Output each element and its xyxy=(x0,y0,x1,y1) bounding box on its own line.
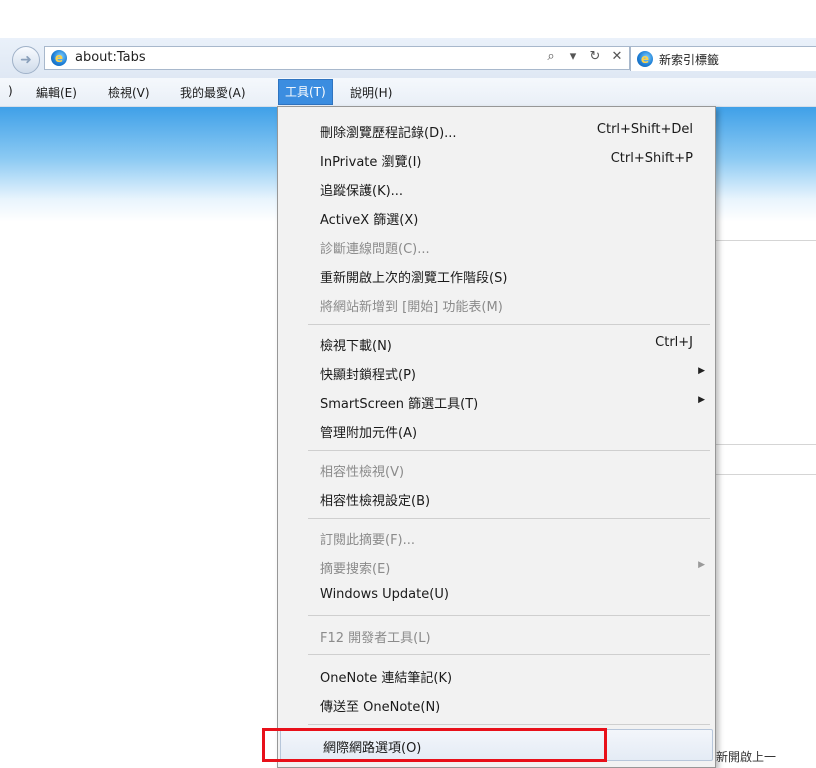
menu-item-shortcut: Ctrl+Shift+P xyxy=(610,151,693,166)
address-toolbar: ➜ e about:Tabs ⌕ ▾ ↻ ✕ e 新索引標籤 xyxy=(0,38,816,79)
menu-item-compat-view-settings[interactable]: 相容性檢視設定(B) xyxy=(278,483,715,513)
menu-item-delete-history[interactable]: 刪除瀏覽歷程記錄(D)... Ctrl+Shift+Del xyxy=(278,115,715,145)
menu-item-label: 相容性檢視設定(B) xyxy=(320,494,431,509)
menu-item-label: SmartScreen 篩選工具(T) xyxy=(320,397,479,412)
page-divider xyxy=(716,444,816,445)
menu-item-manage-addons[interactable]: 管理附加元件(A) xyxy=(278,415,715,445)
menu-item-label: 管理附加元件(A) xyxy=(320,426,418,441)
menu-item-label: 刪除瀏覽歷程記錄(D)... xyxy=(320,126,457,141)
menu-bar: ) 編輯(E) 檢視(V) 我的最愛(A) 工具(T) 說明(H) xyxy=(0,78,816,107)
menu-item-popup-blocker[interactable]: 快顯封鎖程式(P) ▶ xyxy=(278,357,715,387)
menu-item-view-downloads[interactable]: 檢視下載(N) Ctrl+J xyxy=(278,328,715,358)
menu-view[interactable]: 檢視(V) xyxy=(108,84,150,101)
menu-edit[interactable]: 編輯(E) xyxy=(36,84,77,101)
menu-item-f12-devtools: F12 開發者工具(L) xyxy=(278,620,715,650)
search-icon[interactable]: ⌕ xyxy=(543,49,559,64)
menu-item-tracking-protection[interactable]: 追蹤保護(K)... xyxy=(278,173,715,203)
page-divider xyxy=(716,474,816,475)
menu-item-label: 訂閱此摘要(F)... xyxy=(320,533,416,548)
menu-item-inprivate[interactable]: InPrivate 瀏覽(I) Ctrl+Shift+P xyxy=(278,144,715,174)
tab-ie-icon: e xyxy=(637,51,653,67)
back-arrow-icon: ➜ xyxy=(20,52,32,68)
page-divider xyxy=(716,240,816,241)
menu-item-label: 快顯封鎖程式(P) xyxy=(320,368,416,383)
browser-tab[interactable]: e 新索引標籤 xyxy=(630,46,816,71)
menu-item-label: F12 開發者工具(L) xyxy=(320,631,431,646)
menu-item-label: 摘要搜索(E) xyxy=(320,562,391,577)
menu-favorites[interactable]: 我的最愛(A) xyxy=(180,84,246,101)
menu-item-smartscreen[interactable]: SmartScreen 篩選工具(T) ▶ xyxy=(278,386,715,416)
menu-item-label: 診斷連線問題(C)... xyxy=(320,242,430,257)
ie-logo-icon: e xyxy=(51,50,67,66)
address-bar[interactable]: e about:Tabs ⌕ ▾ ↻ ✕ xyxy=(44,46,630,70)
menu-item-label: OneNote 連結筆記(K) xyxy=(320,671,453,686)
address-tools: ⌕ ▾ ↻ ✕ xyxy=(543,49,625,64)
menu-item-compat-view: 相容性檢視(V) xyxy=(278,454,715,484)
menu-separator xyxy=(308,324,710,325)
menu-separator xyxy=(308,654,710,655)
back-button[interactable]: ➜ xyxy=(12,46,40,74)
menu-item-label: 相容性檢視(V) xyxy=(320,465,405,480)
menu-separator xyxy=(308,615,710,616)
menu-separator xyxy=(308,724,710,725)
menu-item-label: 重新開啟上次的瀏覽工作階段(S) xyxy=(320,271,508,286)
menu-item-label: 傳送至 OneNote(N) xyxy=(320,700,441,715)
menu-item-activex-filtering[interactable]: ActiveX 篩選(X) xyxy=(278,202,715,232)
submenu-arrow-icon: ▶ xyxy=(698,395,705,405)
menu-item-label: 追蹤保護(K)... xyxy=(320,184,404,199)
reopen-last-session-link[interactable]: 新開啟上一 xyxy=(716,748,776,765)
menu-help[interactable]: 說明(H) xyxy=(350,84,392,101)
menu-item-label: ActiveX 篩選(X) xyxy=(320,213,419,228)
top-margin xyxy=(0,0,816,38)
menu-item-windows-update[interactable]: Windows Update(U) xyxy=(278,580,715,610)
menu-item-onenote-linked-notes[interactable]: OneNote 連結筆記(K) xyxy=(278,660,715,690)
stop-icon[interactable]: ✕ xyxy=(609,49,625,64)
tools-menu: 刪除瀏覽歷程記錄(D)... Ctrl+Shift+Del InPrivate … xyxy=(277,106,716,768)
menu-item-shortcut: Ctrl+Shift+Del xyxy=(596,122,693,137)
menu-item-subscribe-feed: 訂閱此摘要(F)... xyxy=(278,522,715,552)
menu-item-label: InPrivate 瀏覽(I) xyxy=(320,155,422,170)
menu-file-partial[interactable]: ) xyxy=(8,84,13,98)
address-text[interactable]: about:Tabs xyxy=(75,50,146,65)
menu-item-add-to-start: 將網站新增到 [開始] 功能表(M) xyxy=(278,289,715,319)
menu-item-label: 將網站新增到 [開始] 功能表(M) xyxy=(320,300,503,315)
menu-item-send-to-onenote[interactable]: 傳送至 OneNote(N) xyxy=(278,689,715,719)
menu-item-label: Windows Update(U) xyxy=(320,587,449,602)
refresh-icon[interactable]: ↻ xyxy=(587,49,603,64)
menu-separator xyxy=(308,518,710,519)
tab-title: 新索引標籤 xyxy=(659,53,720,67)
menu-tools[interactable]: 工具(T) xyxy=(278,79,333,105)
menu-item-reopen-session[interactable]: 重新開啟上次的瀏覽工作階段(S) xyxy=(278,260,715,290)
dropdown-icon[interactable]: ▾ xyxy=(565,49,581,64)
menu-item-feed-discovery: 摘要搜索(E) ▶ xyxy=(278,551,715,581)
menu-item-shortcut: Ctrl+J xyxy=(655,335,693,350)
menu-separator xyxy=(308,450,710,451)
submenu-arrow-icon: ▶ xyxy=(698,560,705,570)
highlight-annotation-box xyxy=(262,728,607,762)
menu-item-diagnose-connection: 診斷連線問題(C)... xyxy=(278,231,715,261)
menu-item-label: 檢視下載(N) xyxy=(320,339,392,354)
submenu-arrow-icon: ▶ xyxy=(698,366,705,376)
